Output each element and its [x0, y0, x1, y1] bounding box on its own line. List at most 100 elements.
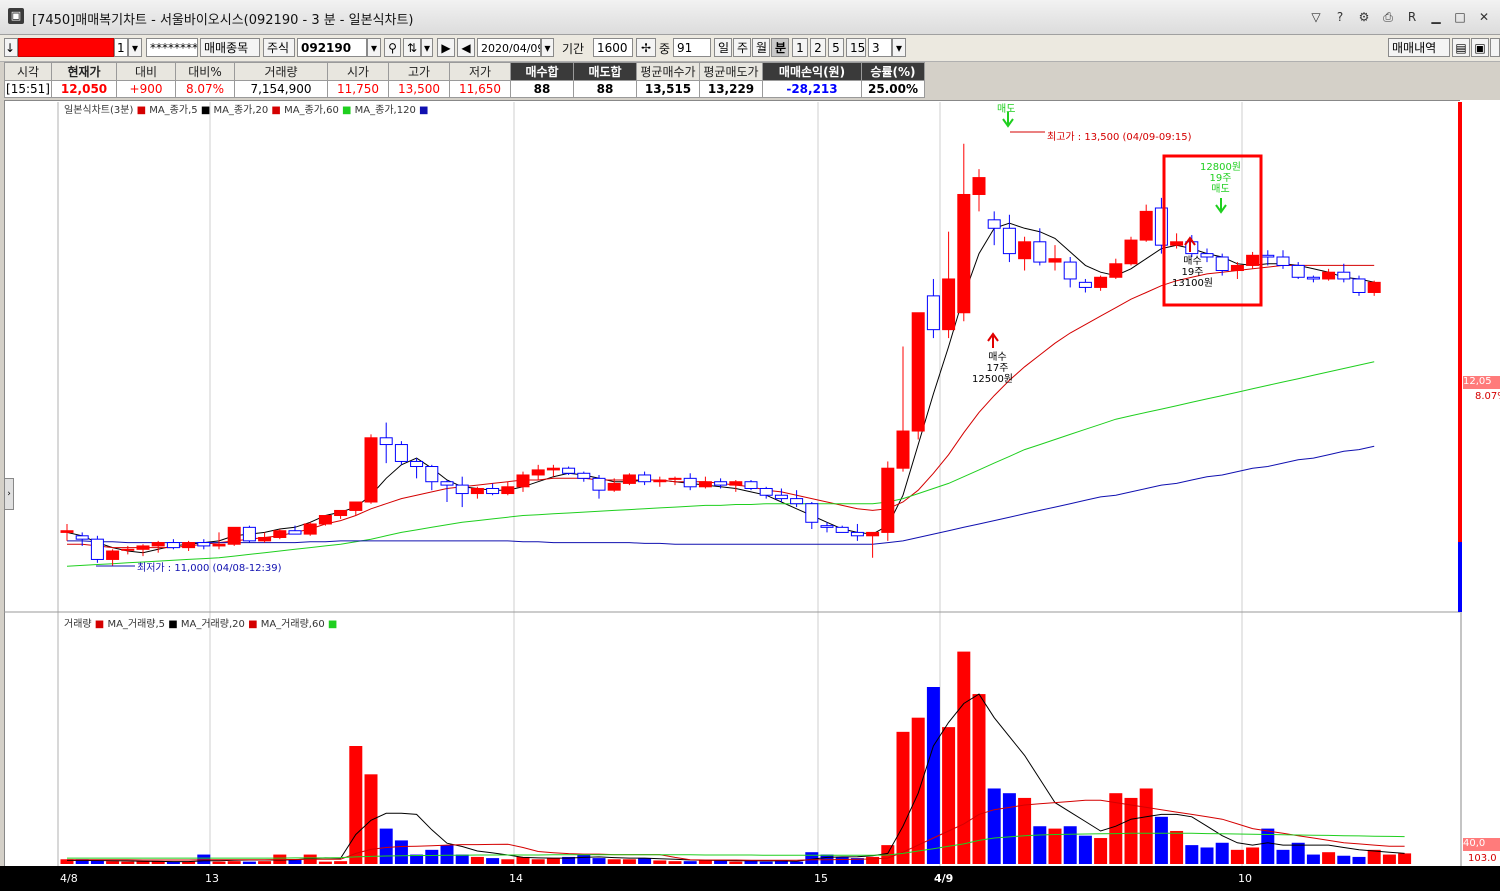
candle-body [364, 437, 378, 503]
candle-body [1018, 241, 1032, 260]
candle-body [850, 531, 864, 537]
volume-bar [1170, 830, 1184, 864]
volume-bar [1352, 856, 1366, 864]
candle-body [1261, 254, 1275, 258]
volume-bar [470, 856, 484, 864]
candle-body [790, 498, 804, 505]
volume-bar [729, 861, 743, 864]
candle-body [410, 460, 424, 468]
chart-canvas[interactable] [0, 0, 1500, 891]
candle-body [425, 466, 439, 483]
volume-bar [622, 859, 636, 864]
price-range-bar [1458, 102, 1462, 542]
sell2-text-a: 12800원 [1200, 162, 1242, 173]
candle-body [1170, 241, 1184, 246]
candle-body [881, 467, 895, 533]
candle-body [227, 526, 241, 545]
volume-bar [1230, 849, 1244, 864]
volume-bar [911, 717, 925, 864]
price-legend: 일본식차트(3분) ■ MA_종가,5 ■ MA_종가,20 ■ MA_종가,6… [64, 105, 429, 116]
volume-bar [546, 858, 560, 864]
candle-body [1033, 241, 1047, 263]
volume-bar [1382, 854, 1396, 864]
buy-marker-label-2: 매수 19주 13100원 [1172, 256, 1213, 289]
legend-vma20: MA_거래량,20 [180, 619, 245, 630]
candle-body [607, 482, 621, 491]
volume-bar [1124, 797, 1138, 864]
candle-body [394, 444, 408, 462]
legend-ma5: MA_종가,5 [149, 105, 198, 116]
candle-body [698, 481, 712, 488]
candle-body [1063, 261, 1077, 280]
candle-body [972, 177, 986, 195]
volume-bar [379, 828, 393, 864]
candle-body [714, 481, 728, 486]
candle-body [896, 430, 910, 469]
volume-bar [1002, 793, 1016, 864]
candle-body [1002, 227, 1016, 255]
candle-body [151, 542, 165, 547]
volume-bar [1306, 854, 1320, 864]
volume-bar [1261, 828, 1275, 864]
volume-bar [121, 861, 135, 864]
volume-bar [1094, 838, 1108, 864]
volume-bar [592, 858, 606, 864]
low-price-label: 최저가 : 11,000 (04/08-12:39) [137, 563, 282, 574]
x-tick-label: 15 [814, 872, 828, 885]
volume-bar [1291, 842, 1305, 864]
candle-body [1215, 256, 1229, 272]
legend-ma20: MA_종가,20 [213, 105, 269, 116]
candle-body [668, 477, 682, 480]
candle-body [531, 469, 545, 476]
candle-body [835, 526, 849, 533]
candle-body [1048, 258, 1062, 263]
candle-body [440, 481, 454, 486]
candle-body [455, 484, 469, 495]
volume-bar [1200, 847, 1214, 864]
volume-legend-title: 거래량 [64, 619, 92, 630]
legend-vma5: MA_거래량,5 [107, 619, 166, 630]
candle-body [1124, 239, 1138, 265]
candle-body [60, 530, 74, 533]
sell2-text-c: 매도 [1211, 184, 1230, 195]
candle-body [957, 193, 971, 314]
candle-body [1322, 271, 1336, 280]
volume-bar [258, 861, 272, 864]
candle-body [318, 515, 332, 525]
candle-body [638, 474, 652, 483]
candle-body [258, 536, 272, 542]
candle-body [197, 542, 211, 547]
volume-bar [1018, 797, 1032, 864]
buy2-text-c: 13100원 [1172, 278, 1214, 289]
candle-body [106, 550, 120, 560]
candle-body [273, 530, 287, 538]
volume-bar [805, 852, 819, 864]
volume-bar [668, 861, 682, 864]
volume-bar [607, 859, 621, 864]
volume-bar [1322, 852, 1336, 864]
volume-bar [334, 861, 348, 864]
candle-body [379, 437, 393, 446]
volume-bar [972, 694, 986, 864]
axis-pct-tag: 8.07% [1475, 391, 1500, 402]
candle-body [1109, 263, 1123, 278]
candle-body [1291, 264, 1305, 278]
volume-bar [531, 859, 545, 864]
volume-bar [1139, 788, 1153, 864]
price-legend-title: 일본식차트(3분) [64, 105, 134, 116]
candle-body [90, 538, 104, 560]
volume-bar [790, 861, 804, 864]
volume-ma-line-1 [67, 693, 1405, 863]
candle-body [866, 531, 880, 537]
legend-ma120: MA_종가,120 [354, 105, 416, 116]
volume-bar [394, 840, 408, 864]
candle-body [1306, 276, 1320, 280]
volume-bar [212, 861, 226, 864]
candle-body [942, 278, 956, 331]
volume-bar [106, 861, 120, 864]
volume-bar [835, 856, 849, 864]
volume-bar [759, 861, 773, 864]
legend-vma60: MA_거래량,60 [260, 619, 325, 630]
volume-bar [698, 860, 712, 864]
volume-bar [638, 858, 652, 864]
